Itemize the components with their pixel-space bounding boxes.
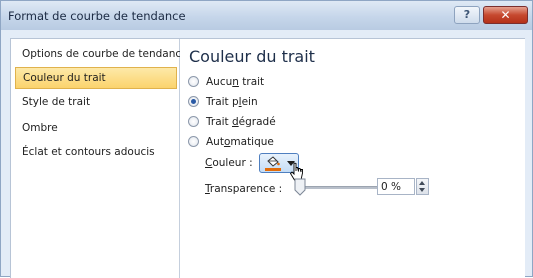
spin-down-icon[interactable] — [419, 188, 425, 192]
color-label: Couleur : — [205, 157, 253, 169]
pane-heading: Couleur du trait — [189, 47, 315, 66]
category-nav: Options de courbe de tendance Couleur du… — [11, 39, 188, 278]
radio-automatic-button[interactable] — [188, 136, 199, 147]
spin-up-icon[interactable] — [419, 181, 425, 185]
nav-item-shadow[interactable]: Ombre — [15, 117, 177, 139]
transparency-spinner[interactable] — [416, 178, 429, 195]
color-swatch — [265, 168, 281, 171]
radio-no-line-label: Aucun trait — [206, 76, 265, 88]
nav-item-line-style[interactable]: Style de trait — [15, 91, 177, 113]
nav-item-line-color[interactable]: Couleur du trait — [15, 67, 177, 89]
transparency-slider-track[interactable] — [296, 186, 388, 189]
radio-gradient-line-label: Trait dégradé — [206, 116, 276, 128]
radio-solid-line-button[interactable] — [188, 96, 199, 107]
settings-pane: Couleur du trait Aucun trait Trait plein… — [180, 39, 525, 278]
nav-item-glow-soft-edges[interactable]: Éclat et contours adoucis — [15, 141, 177, 163]
dialog-title: Format de courbe de tendance — [8, 9, 186, 23]
transparency-input[interactable] — [377, 178, 415, 195]
radio-no-line-button[interactable] — [188, 76, 199, 87]
help-button[interactable]: ? — [454, 6, 480, 24]
close-button[interactable]: ✕ — [483, 6, 528, 24]
transparency-label: Transparence : — [205, 183, 283, 195]
transparency-slider-thumb[interactable] — [294, 178, 306, 196]
radio-gradient-line-button[interactable] — [188, 116, 199, 127]
dialog-window: Format de courbe de tendance ? ✕ Options… — [0, 0, 533, 278]
nav-item-options[interactable]: Options de courbe de tendance — [15, 43, 188, 65]
radio-solid-line-label: Trait plein — [206, 96, 258, 108]
dialog-body: Options de courbe de tendance Couleur du… — [10, 38, 525, 278]
title-bar[interactable]: Format de courbe de tendance ? ✕ — [1, 1, 532, 30]
radio-automatic-label: Automatique — [206, 136, 274, 148]
